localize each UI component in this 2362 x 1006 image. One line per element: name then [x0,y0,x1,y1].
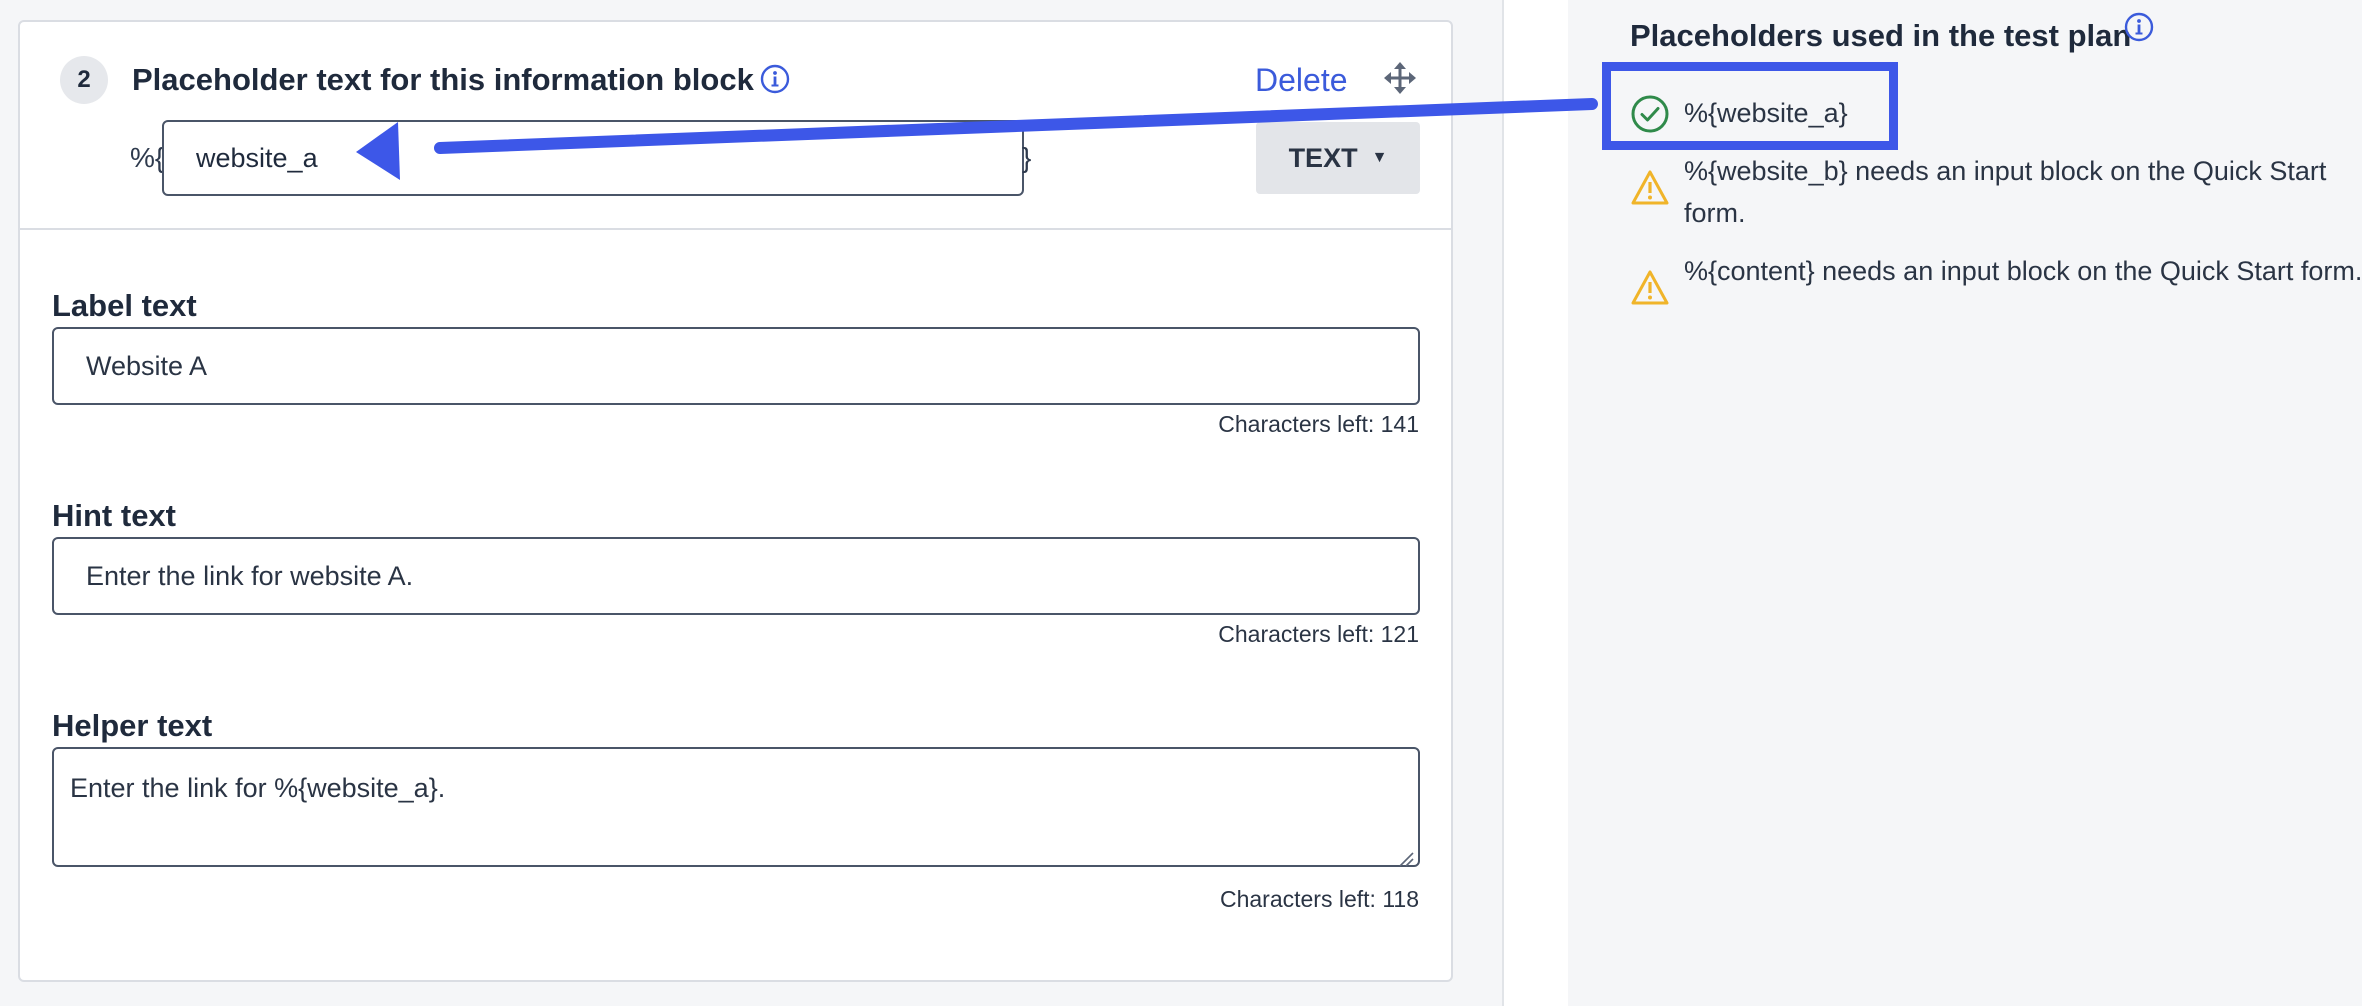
step-number-badge: 2 [60,56,108,104]
block-header: 2 Placeholder text for this information … [20,22,1451,230]
placeholder-name-input[interactable]: website_a [162,120,1024,196]
label-text-value: Website A [86,350,208,381]
placeholder-status-text: %{content} needs an input block on the Q… [1684,256,2362,286]
information-block-card: 2 Placeholder text for this information … [18,20,1453,982]
input-type-label: TEXT [1288,142,1358,173]
helper-text-heading: Helper text [52,708,213,743]
input-type-dropdown[interactable]: TEXT ▼ [1256,122,1420,194]
hint-text-input[interactable]: Enter the link for website A. [52,537,1420,615]
placeholder-name-value: website_a [196,142,318,173]
info-icon[interactable] [2124,12,2154,42]
placeholder-status-item: %{website_b} needs an input block on the… [1630,150,2362,234]
placeholders-panel: Placeholders used in the test plan %{web… [1568,0,2362,1006]
helper-text-textarea[interactable]: Enter the link for %{website_a}. [52,747,1420,867]
placeholder-status-item: %{content} needs an input block on the Q… [1630,250,2362,308]
caret-down-icon: ▼ [1371,149,1388,166]
resize-grip-icon[interactable] [1396,843,1414,867]
move-drag-icon[interactable] [1382,60,1418,96]
hint-text-heading: Hint text [52,498,176,533]
screen: 2 Placeholder text for this information … [0,0,2362,1006]
warning-icon [1630,168,1670,208]
label-text-input[interactable]: Website A [52,327,1420,405]
placeholders-panel-title: Placeholders used in the test plan [1630,18,2132,53]
placeholder-status-text: %{website_b} needs an input block on the… [1684,156,2327,228]
panel-gutter [1504,0,1568,1006]
delete-button[interactable]: Delete [1255,62,1348,99]
placeholder-suffix: } [1022,142,1032,173]
hint-chars-left: Characters left: 121 [1218,621,1419,647]
hint-text-value: Enter the link for website A. [86,560,414,591]
placeholder-prefix: %{ [130,142,165,173]
placeholder-status-text: %{website_a} [1684,98,1848,128]
warning-icon [1630,268,1670,308]
placeholder-status-item: %{website_a} [1630,92,2362,134]
label-chars-left: Characters left: 141 [1218,411,1419,437]
label-text-heading: Label text [52,288,197,323]
check-circle-icon [1630,94,1670,134]
block-title: Placeholder text for this information bl… [132,62,754,97]
helper-text-value: Enter the link for %{website_a}. [70,773,446,803]
info-icon[interactable] [760,64,790,94]
helper-chars-left: Characters left: 118 [1219,886,1419,912]
